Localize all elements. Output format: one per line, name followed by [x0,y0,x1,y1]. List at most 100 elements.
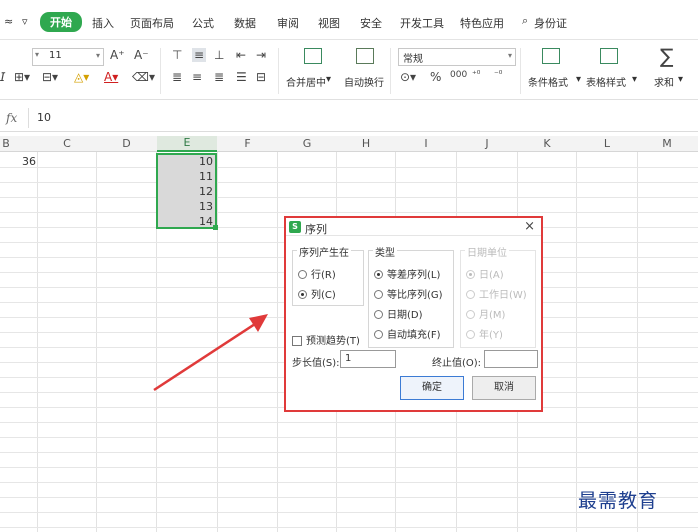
table-style-button[interactable]: 表格样式 [586,74,626,89]
wrap-text-icon[interactable] [356,48,374,64]
tab-view[interactable]: 视图 [318,15,340,31]
app-logo-icon: S [289,221,301,233]
merge-center-icon[interactable] [304,48,322,64]
column-header-k[interactable]: K [518,137,576,150]
percent-button[interactable]: % [430,70,441,84]
trend-checkbox[interactable]: 预测趋势(T) [292,332,360,347]
align-right-icon[interactable]: ≣ [214,70,224,84]
sum-button[interactable]: 求和 [654,74,674,89]
step-input[interactable]: 1 [340,350,396,368]
grid-line [637,152,638,532]
step-label: 步长值(S): [292,358,340,369]
align-bottom-icon[interactable]: ⊥ [214,48,224,62]
tab-review[interactable]: 审阅 [277,15,299,31]
search-label: 身份证 [534,17,567,30]
option-rows[interactable]: 行(R) [298,266,336,281]
dropdown-icon[interactable]: ▿ [22,15,28,28]
tab-page-layout[interactable]: 页面布局 [130,15,174,31]
conditional-format-icon[interactable] [542,48,560,64]
number-format-value: 常规 [403,54,423,65]
borders-icon[interactable]: ⊞▾ [14,70,30,84]
type-autofill[interactable]: 自动填充(F) [374,326,441,341]
tab-data[interactable]: 数据 [234,15,256,31]
distributed-icon[interactable]: ⊟ [256,70,266,84]
type-date[interactable]: 日期(D) [374,306,423,321]
fill-handle[interactable] [213,225,218,230]
thousands-button[interactable]: 000 [450,70,467,80]
cancel-button[interactable]: 取消 [472,376,536,400]
decrease-decimal-icon[interactable]: ⁻⁰ [494,70,502,80]
unit-year[interactable]: 年(Y) [466,326,503,341]
increase-decimal-icon[interactable]: ⁺⁰ [472,70,480,80]
wrap-text-button[interactable]: 自动换行 [344,74,384,89]
sum-dropdown-icon[interactable]: ▾ [678,74,683,85]
font-size-select[interactable]: ▾ 11 ▾ [32,48,104,66]
grid-line [576,152,577,532]
ok-button[interactable]: 确定 [400,376,464,400]
indent-decrease-icon[interactable]: ⇤ [236,48,246,62]
radio-icon [374,330,383,339]
tab-formulas[interactable]: 公式 [192,15,214,31]
close-button[interactable]: × [524,219,535,234]
column-header-l[interactable]: L [577,137,637,150]
currency-icon[interactable]: ⊙▾ [400,70,416,84]
type-linear[interactable]: 等差序列(L) [374,266,440,281]
number-format-select[interactable]: 常规 ▾ [398,48,516,66]
stop-input[interactable] [484,350,538,368]
row-line [0,437,698,438]
sum-icon[interactable]: ∑ [660,44,673,68]
type-growth[interactable]: 等比序列(G) [374,286,443,301]
tab-security[interactable]: 安全 [360,15,382,31]
align-middle-icon[interactable]: ≡ [192,48,207,62]
column-header-m[interactable]: M [638,137,696,150]
increase-font-icon[interactable]: A⁺ [110,48,125,62]
column-header-g[interactable]: G [278,137,336,150]
fill-pattern-icon[interactable]: ⊟▾ [42,70,58,84]
search-box[interactable]: ⌕ 身份证 [522,12,612,32]
column-header-d[interactable]: D [97,137,156,150]
ribbon-toolbar: ▾ 11 ▾ A⁺ A⁻ 𝘐 ⊞▾ ⊟▾ ◬▾ A▾ ⌫▾ ⊤ ≡ ⊥ ⇤ ⇥ … [0,40,698,100]
align-center-icon[interactable]: ≡ [192,70,202,84]
type-linear-label: 等差序列(L) [387,270,441,281]
table-style-icon[interactable] [600,48,618,64]
merge-dropdown-icon[interactable]: ▾ [326,74,331,85]
justify-icon[interactable]: ☰ [236,70,247,84]
radio-checked-icon [466,270,475,279]
align-left-icon[interactable]: ≣ [172,70,182,84]
font-color-icon[interactable]: A▾ [104,70,118,84]
unit-month[interactable]: 月(M) [466,306,505,321]
type-title: 类型 [373,244,397,259]
table-style-dropdown-icon[interactable]: ▾ [632,74,637,85]
decrease-font-icon[interactable]: A⁻ [134,48,149,62]
radio-icon [374,310,383,319]
tab-special-features[interactable]: 特色应用 [460,15,504,31]
row-line [0,482,698,483]
unit-weekday[interactable]: 工作日(W) [466,286,527,301]
column-header-i[interactable]: I [396,137,456,150]
clear-format-icon[interactable]: ⌫▾ [132,70,155,84]
quick-access-arrow-icon[interactable]: ≈ [4,15,13,28]
merge-center-button[interactable]: 合并居中 [286,74,326,89]
tab-developer[interactable]: 开发工具 [400,15,444,31]
tab-insert[interactable]: 插入 [92,15,114,31]
column-header-h[interactable]: H [337,137,395,150]
column-header-j[interactable]: J [457,137,517,150]
indent-increase-icon[interactable]: ⇥ [256,48,266,62]
column-header-f[interactable]: F [218,137,277,150]
unit-day[interactable]: 日(A) [466,266,504,281]
grid-line [277,152,278,532]
conditional-format-dropdown-icon[interactable]: ▾ [576,74,581,85]
column-header-c[interactable]: C [38,137,96,150]
font-size-value: 11 [49,50,62,61]
formula-input[interactable]: 10 [28,108,698,128]
unit-month-label: 月(M) [479,310,506,321]
align-top-icon[interactable]: ⊤ [172,48,182,62]
column-header-e[interactable]: E [157,136,217,152]
fill-color-icon[interactable]: ◬▾ [74,70,89,84]
column-header-b[interactable]: B [0,137,12,150]
tab-home[interactable]: 开始 [40,12,82,32]
conditional-format-button[interactable]: 条件格式 [528,74,568,89]
italic-icon[interactable]: 𝘐 [0,70,5,84]
option-columns[interactable]: 列(C) [298,286,336,301]
cell-b-value[interactable]: 36 [22,155,36,168]
